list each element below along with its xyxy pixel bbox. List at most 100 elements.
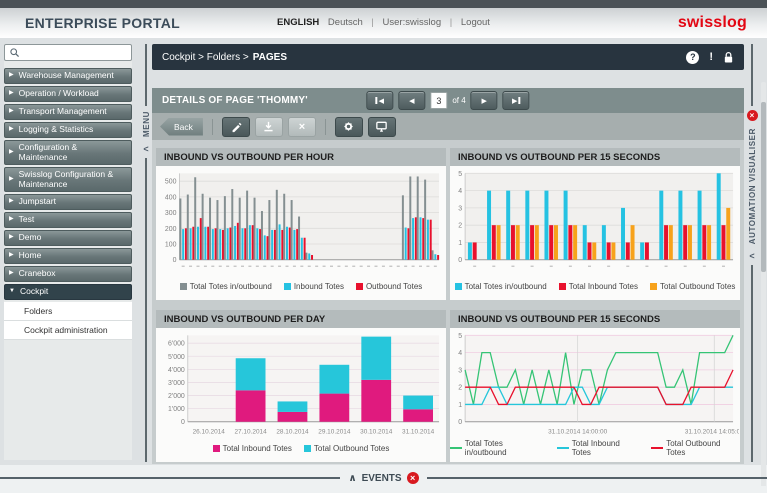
last-page-bar <box>518 97 521 104</box>
legend-item: Outbound Totes <box>355 281 423 291</box>
monitor-icon <box>376 121 388 132</box>
sidebar-item-jumpstart[interactable]: ▶ Jumpstart <box>4 194 132 210</box>
sidebar-item-transport-management[interactable]: ▶ Transport Management <box>4 104 132 120</box>
sidebar-item-demo[interactable]: ▶ Demo <box>4 230 132 246</box>
svg-text:0: 0 <box>181 419 185 426</box>
sidebar-search-box[interactable] <box>4 44 132 61</box>
legend-item: Total Outbound Totes <box>303 443 390 453</box>
scrollbar[interactable] <box>761 82 766 493</box>
scrollbar-thumb[interactable] <box>761 102 766 272</box>
legend-label: Total Totes in/outbound <box>464 281 547 291</box>
svg-text:2: 2 <box>458 223 462 230</box>
toolbar-separator <box>324 118 326 135</box>
chevron-up-icon[interactable]: ∧ <box>348 473 356 484</box>
svg-text:1: 1 <box>458 402 462 409</box>
events-label[interactable]: EVENTS <box>362 473 402 484</box>
legend-swatch <box>649 282 657 290</box>
svg-text:100: 100 <box>165 242 177 249</box>
svg-text:26.10.2014: 26.10.2014 <box>193 429 226 436</box>
sidebar-item-home[interactable]: ▶ Home <box>4 248 132 264</box>
display-button[interactable] <box>367 116 396 137</box>
back-button[interactable]: Back <box>160 117 203 136</box>
language-english-link[interactable]: ENGLISH <box>277 17 319 28</box>
svg-text:5: 5 <box>458 171 462 178</box>
sidebar-menu: ▶ Warehouse Management ▶ Operation / Worklo… <box>4 68 132 340</box>
delete-button[interactable]: × <box>287 116 316 137</box>
breadcrumb-path[interactable]: Cockpit > Folders > <box>162 52 249 63</box>
close-visualiser-icon[interactable]: × <box>746 110 758 121</box>
sidebar-item-warehouse-management[interactable]: ▶ Warehouse Management <box>4 68 132 84</box>
chart-title: INBOUND VS OUTBOUND PER 15 SECONDS <box>450 310 740 328</box>
chart-title: INBOUND VS OUTBOUND PER 15 SECONDS <box>450 148 740 166</box>
legend-label: Total Inbound Totes <box>222 443 292 453</box>
legend-swatch <box>212 444 220 452</box>
edit-button[interactable] <box>221 116 250 137</box>
page-count-label: of 4 <box>452 96 466 105</box>
page-title: DETAILS OF PAGE 'THOMMY' <box>162 95 308 106</box>
previous-page-button[interactable]: ◀ <box>398 91 426 110</box>
svg-text:6'000: 6'000 <box>168 341 185 348</box>
sidebar-item-swisslog-configuration-maintenance[interactable]: ▶ Swisslog Configuration & Maintenance <box>4 167 132 192</box>
language-deutsch-link[interactable]: Deutsch <box>328 17 363 28</box>
download-button[interactable] <box>254 116 283 137</box>
toolbar: Back × <box>152 113 744 140</box>
legend-item: Total Totes in/outbound <box>454 281 547 291</box>
nav-separator: | <box>449 17 453 28</box>
chart-body: 0 1'000 2'000 3'000 4'000 5'000 6'000 26.10.201… <box>156 328 446 462</box>
last-page-button[interactable]: ▶ <box>502 91 530 110</box>
first-page-button[interactable]: ◀ <box>366 91 394 110</box>
next-page-button[interactable]: ▶ <box>470 91 498 110</box>
sidebar-item-test[interactable]: ▶ Test <box>4 212 132 228</box>
page-number-input[interactable] <box>430 92 448 109</box>
chevron-right-icon: ▶ <box>9 175 14 182</box>
search-input[interactable] <box>24 47 127 58</box>
chevron-right-icon: ▶ <box>9 234 14 241</box>
svg-text:3: 3 <box>458 205 462 212</box>
chevron-right-icon: ▶ <box>9 72 14 79</box>
sidebar-item-cockpit[interactable]: ▼ Cockpit <box>4 284 132 300</box>
sidebar-item-label: Cockpit <box>19 286 49 297</box>
sidebar-item-configuration-maintenance[interactable]: ▶ Configuration & Maintenance <box>4 140 132 165</box>
sidebar-item-logging-statistics[interactable]: ▶ Logging & Statistics <box>4 122 132 138</box>
legend-item: Total Outbound Totes <box>651 439 740 457</box>
swisslog-logo: swisslog <box>677 14 747 31</box>
svg-text:28.10.2014: 28.10.2014 <box>276 429 309 436</box>
sidebar-subitem-cockpit-administration[interactable]: Cockpit administration <box>4 321 132 340</box>
pencil-icon <box>232 122 242 132</box>
lock-icon[interactable] <box>723 51 734 64</box>
legend-swatch <box>283 282 291 290</box>
chevron-right-icon: ▶ <box>9 198 14 205</box>
svg-text:4: 4 <box>458 188 462 195</box>
legend-item: Total Inbound Totes <box>557 439 639 457</box>
collapse-right-icon[interactable]: < <box>749 251 754 261</box>
collapse-left-icon[interactable]: < <box>143 144 148 154</box>
events-close-icon[interactable]: × <box>406 472 419 484</box>
svg-text:27.10.2014: 27.10.2014 <box>234 429 267 436</box>
svg-text:300: 300 <box>165 210 177 217</box>
sidebar-item-operation-workload[interactable]: ▶ Operation / Workload <box>4 86 132 102</box>
legend-label: Total Outbound Totes <box>313 443 390 453</box>
search-icon <box>10 48 20 58</box>
events-bar[interactable]: ∧ EVENTS × <box>0 470 767 486</box>
chevron-right-icon: ▶ <box>9 108 14 115</box>
breadcrumb-current: PAGES <box>252 51 287 63</box>
menu-tab-label: MENU <box>141 111 151 137</box>
logout-link[interactable]: Logout <box>461 17 490 28</box>
svg-text:31.10.2014: 31.10.2014 <box>402 429 435 436</box>
sidebar-item-cranebox[interactable]: ▶ Cranebox <box>4 266 132 282</box>
automation-visualiser-tab[interactable]: × AUTOMATION VISUALISER < <box>744 44 760 462</box>
sidebar-item-label: Home <box>18 250 42 261</box>
legend-label: Outbound Totes <box>365 281 423 291</box>
svg-text:1: 1 <box>458 240 462 247</box>
sidebar-subitem-folders[interactable]: Folders <box>4 302 132 321</box>
sidebar: ▶ Warehouse Management ▶ Operation / Worklo… <box>4 44 132 460</box>
svg-text:1'000: 1'000 <box>168 406 185 413</box>
chart-legend: Total Totes in/outbound Inbound Totes Outb… <box>156 276 446 296</box>
settings-button[interactable] <box>334 116 363 137</box>
legend-item: Inbound Totes <box>283 282 344 291</box>
chart-title: INBOUND VS OUTBOUND PER DAY <box>156 310 446 328</box>
legend-label: Total Totes in/outbound <box>464 439 507 457</box>
help-icon[interactable]: ? <box>686 50 700 64</box>
alert-icon[interactable]: ! <box>709 51 713 63</box>
legend-label: Total Inbound Totes <box>568 281 638 291</box>
